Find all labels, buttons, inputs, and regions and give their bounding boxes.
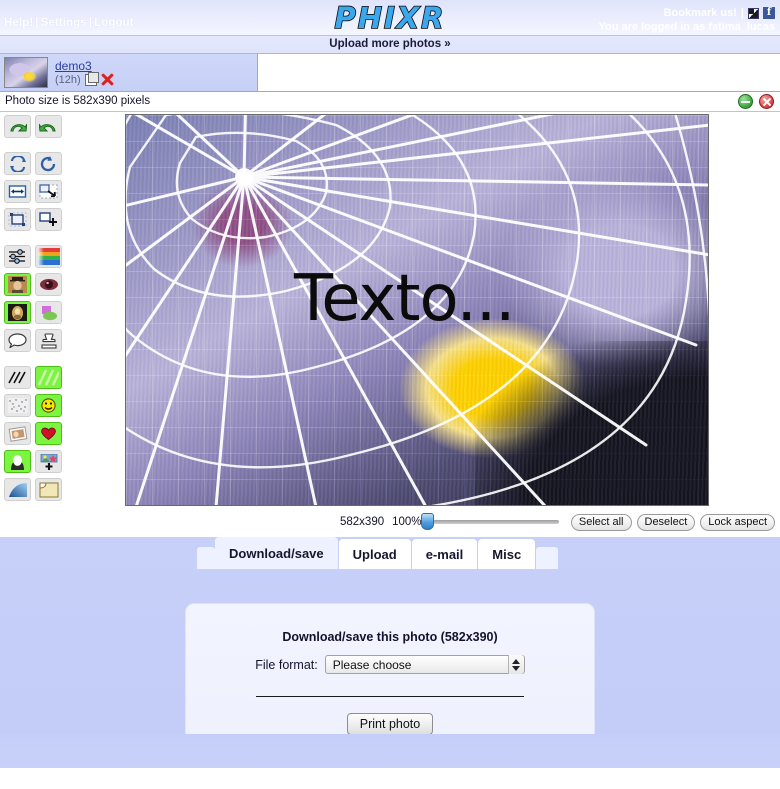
tool-heart-icon[interactable] [35,422,62,445]
tool-add-photo-icon[interactable] [35,450,62,473]
share-icon[interactable] [748,7,759,19]
tab-misc[interactable]: Misc [478,539,536,569]
chevron-down-icon [512,665,521,671]
tab-email[interactable]: e-mail [411,539,478,569]
file-format-label: File format: [255,657,318,672]
tab-right-stub [536,547,559,569]
photo-text-layer[interactable]: Texto... [294,267,515,331]
edited-photo: Texto... [126,115,708,505]
photo-thumbnail[interactable] [4,57,48,88]
tool-color-palette-icon[interactable] [35,245,62,268]
tool-mirror-icon[interactable] [4,180,31,203]
tab-strip: Download/save Upload e-mail Misc [197,537,559,569]
zoom-slider-knob[interactable] [420,513,434,530]
tool-rotate-flip-icon[interactable] [4,152,31,175]
canvas-control-row: 582x390 100% Select all Deselect Lock as… [0,510,780,534]
print-photo-button[interactable]: Print photo [346,713,434,735]
canvas-dimensions-label: 582x390 [340,516,385,528]
photo-size-bar: Photo size is 582x390 pixels [0,92,780,112]
tool-lines-icon[interactable] [4,366,31,389]
pipe-separator: | [740,7,744,19]
upload-more-photos-link[interactable]: Upload more photos » [0,36,780,54]
bottom-tabs-area: Download/save Upload e-mail Misc Downloa… [0,537,780,768]
toolbar-gap-1 [2,143,64,152]
tool-canvas-add-icon[interactable] [35,208,62,231]
photo-age-label: (12h) [55,73,81,86]
tool-effects-portrait-icon[interactable] [4,273,31,296]
phixr-app: Help! | Settings | Logout PHIXR Bookmark us!… [0,0,780,789]
tool-gradient-icon[interactable] [4,478,31,501]
file-format-select[interactable]: Please choose [324,655,525,674]
file-format-row: File format: Please choose [186,655,594,674]
page-header: Help! | Settings | Logout PHIXR Bookmark us!… [0,0,780,36]
file-format-selected-value: Please choose [332,658,412,672]
photo-strip: demo3 (12h) [0,54,780,92]
panel-divider [256,696,524,697]
zoom-slider[interactable] [420,513,559,530]
footer-area [0,734,780,768]
panel-button-row: Print photo [186,713,594,735]
cancel-icon[interactable] [759,94,774,109]
tool-crop-icon[interactable] [4,208,31,231]
photo-size-label: Photo size is 582x390 pixels [5,95,151,107]
tool-photo-frame-icon[interactable] [4,422,31,445]
delete-icon[interactable] [101,73,114,86]
copy-icon[interactable] [84,71,99,86]
lock-aspect-button[interactable]: Lock aspect [700,513,775,531]
apply-icon[interactable] [738,94,753,109]
deselect-button[interactable]: Deselect [636,513,696,531]
tool-speech-bubble-icon[interactable] [4,329,31,352]
tool-page-curl-icon[interactable] [35,478,62,501]
tool-smiley-icon[interactable] [35,394,62,417]
tool-noise-icon[interactable] [4,394,31,417]
tool-resize-icon[interactable] [35,180,62,203]
logged-in-status: You are logged in as fatima_lucas [598,21,775,33]
tool-redo-icon[interactable] [35,115,62,138]
bookmark-us-label[interactable]: Bookmark us! [664,6,737,20]
panel-title: Download/save this photo (582x390) [282,630,498,644]
tab-download-save[interactable]: Download/save [215,537,338,569]
chevron-up-icon [512,658,521,664]
zoom-level-label: 100% [392,516,422,528]
tab-upload[interactable]: Upload [338,539,411,569]
photo-thumb-card[interactable]: demo3 (12h) [0,54,258,91]
download-save-panel: Download/save this photo (582x390) File … [185,603,595,751]
tab-left-stub [197,547,215,569]
editor-toolbar [2,115,64,506]
header-right: Bookmark us! | f You are logged in as fa… [599,6,775,34]
tool-rotate-free-icon[interactable] [35,152,62,175]
photo-canvas[interactable]: Texto... [125,114,709,506]
toolbar-gap-3 [2,357,64,366]
tool-undo-icon[interactable] [4,115,31,138]
chevron-updown-icon[interactable] [507,655,524,674]
select-all-button[interactable]: Select all [570,513,632,531]
facebook-icon[interactable]: f [763,7,775,19]
tool-mask-portrait-icon[interactable] [4,450,31,473]
tool-stamp-icon[interactable] [35,329,62,352]
photo-name-link[interactable]: demo3 [55,59,114,73]
photo-thumb-meta: demo3 (12h) [55,59,114,87]
size-bar-actions [738,94,774,109]
tool-red-eye-icon[interactable] [35,273,62,296]
tool-distort-portrait-icon[interactable] [4,301,31,324]
toolbar-gap-2 [2,236,64,245]
tool-texture-lines-icon[interactable] [35,366,62,389]
tool-adjust-levels-icon[interactable] [4,245,31,268]
editor-workspace: Texto... 582x390 100% Select all Deselec… [0,112,780,537]
tool-shapes-blend-icon[interactable] [35,301,62,324]
